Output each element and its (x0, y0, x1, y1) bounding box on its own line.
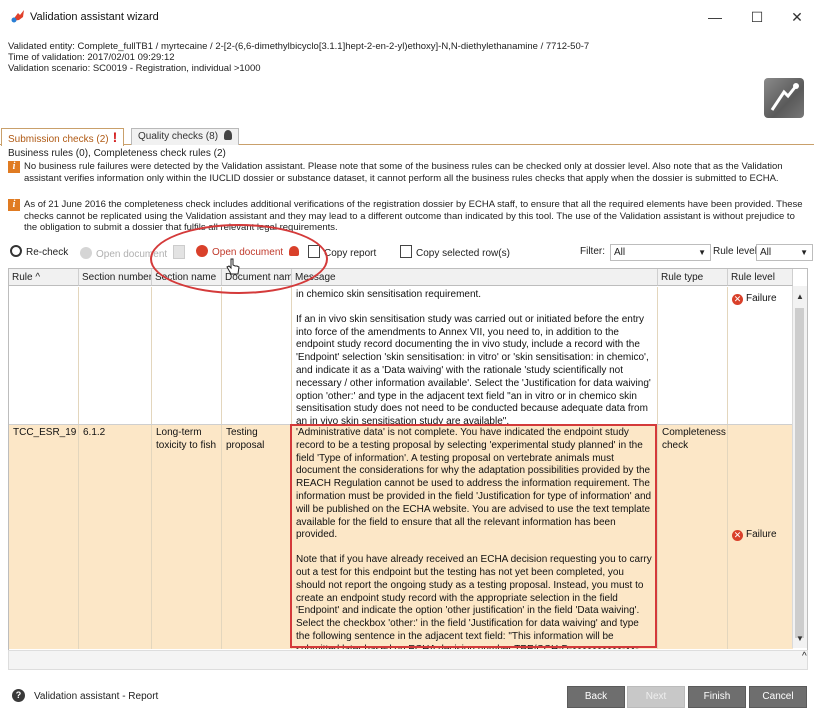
cell-rule: TCC_ESR_19 (9, 425, 79, 649)
note-completeness: i As of 21 June 2016 the completeness ch… (8, 199, 810, 235)
column-header-rule-level[interactable]: Rule level (728, 269, 793, 286)
minimize-button[interactable]: — (702, 6, 728, 28)
validation-scenario: Validation scenario: SC0019 - Registrati… (8, 63, 261, 74)
rules-summary: Business rules (0), Completeness check r… (8, 148, 226, 159)
rule-level-value: All (760, 247, 772, 258)
failure-icon: ✕ (732, 294, 743, 305)
message-paragraph: If an in vivo skin sensitisation study w… (296, 313, 651, 424)
tab-label: Quality checks (8) (138, 131, 219, 142)
footer-label: Validation assistant - Report (34, 691, 159, 702)
details-panel-collapsed (8, 650, 808, 670)
flask-icon (288, 246, 299, 256)
info-icon: i (8, 199, 20, 211)
cell-rule (9, 287, 79, 424)
column-header-section-number[interactable]: Section number (79, 269, 152, 286)
scroll-up-icon[interactable]: ▲ (793, 290, 807, 304)
recheck-button[interactable]: Re-check (10, 245, 68, 260)
validated-entity: Validated entity: Complete_fullTB1 / myr… (8, 41, 590, 52)
column-header-rule[interactable]: Rule ^ (9, 269, 79, 286)
cell-message: 'Administrative data' is not complete. Y… (292, 425, 658, 649)
open-document-button[interactable]: Open document (196, 245, 299, 260)
message-paragraph: Note that if you have already received a… (296, 554, 652, 649)
scroll-down-icon[interactable]: ▼ (793, 632, 807, 646)
chevron-down-icon: ▼ (800, 248, 808, 257)
failure-label: Failure (746, 529, 777, 540)
recheck-label: Re-check (26, 247, 69, 258)
note-business-rules: i No business rule failures were detecte… (8, 161, 810, 197)
cell-rule-type (658, 287, 728, 424)
results-table: Rule ^ Section number Section name Docum… (8, 268, 808, 651)
copy-report-button[interactable]: Copy report (308, 245, 376, 261)
failure-icon: ✕ (732, 530, 743, 541)
copy-report-label: Copy report (324, 248, 377, 259)
open-document-disabled-button: Open document (80, 245, 185, 262)
cell-section-name (152, 287, 222, 424)
cell-document-name (222, 287, 292, 424)
copy-rows-label: Copy selected row(s) (416, 248, 510, 259)
cell-section-name: Long-term toxicity to fish (152, 425, 222, 649)
cell-rule-level: ✕ Failure (728, 527, 793, 544)
table-row[interactable]: in chemico skin sensitisation requiremen… (9, 287, 793, 425)
rule-level-dropdown[interactable]: All ▼ (756, 244, 813, 261)
help-icon[interactable]: ? (12, 689, 25, 702)
column-header-rule-type[interactable]: Rule type (658, 269, 728, 286)
tab-label: Submission checks (2) (8, 134, 109, 145)
open-document-label: Open document (212, 247, 284, 258)
award-icon (223, 130, 232, 140)
document-icon (172, 245, 185, 259)
alert-icon: ! (112, 129, 118, 145)
info-icon: i (8, 161, 20, 173)
arrow-right-icon (196, 245, 208, 257)
note-text: As of 21 June 2016 the completeness chec… (24, 199, 803, 233)
chevron-up-icon[interactable]: ^ (802, 651, 807, 662)
toolbar: Re-check Open document Open document Cop… (0, 241, 814, 265)
wizard-icon (764, 78, 804, 118)
close-button[interactable]: ✕ (784, 6, 810, 28)
cell-section-number (79, 287, 152, 424)
cell-rule-level: ✕ Failure (728, 291, 793, 308)
table-scrollbar[interactable]: ▲ ▼ (792, 286, 807, 648)
cell-section-number: 6.1.2 (79, 425, 152, 649)
finish-button[interactable]: Finish (688, 686, 746, 708)
chevron-down-icon: ▼ (698, 248, 706, 257)
failure-label: Failure (746, 293, 777, 304)
message-paragraph: 'Administrative data' is not complete. Y… (296, 427, 652, 541)
open-document-label: Open document (96, 249, 168, 260)
filter-dropdown[interactable]: All ▼ (610, 244, 711, 261)
copy-selected-rows-button[interactable]: Copy selected row(s) (400, 245, 510, 261)
validation-time: Time of validation: 2017/02/01 09:29:12 (8, 52, 175, 63)
app-icon (11, 10, 24, 23)
filter-label: Filter: (580, 246, 605, 257)
next-button: Next (627, 686, 685, 708)
note-text: No business rule failures were detected … (24, 161, 783, 184)
column-header-section-name[interactable]: Section name (152, 269, 222, 286)
copy-rows-icon (400, 245, 412, 258)
maximize-button[interactable]: ☐ (744, 6, 770, 28)
scroll-thumb[interactable] (795, 308, 804, 638)
cell-rule-type: Completeness check (658, 425, 728, 649)
cell-message: in chemico skin sensitisation requiremen… (292, 287, 658, 424)
tab-quality-checks[interactable]: Quality checks (8) (131, 128, 239, 145)
hand-cursor-icon (226, 258, 240, 275)
copy-icon (308, 245, 320, 258)
rule-level-label: Rule level: (713, 246, 760, 257)
arrow-right-icon (80, 247, 92, 259)
window-title: Validation assistant wizard (30, 11, 159, 23)
cell-document-name: Testing proposal (222, 425, 292, 649)
message-paragraph: in chemico skin sensitisation requiremen… (296, 289, 482, 300)
back-button[interactable]: Back (567, 686, 625, 708)
refresh-icon (10, 245, 22, 257)
table-row[interactable]: TCC_ESR_19 6.1.2 Long-term toxicity to f… (9, 425, 793, 649)
tab-submission-checks[interactable]: Submission checks (2)! (1, 128, 125, 146)
cancel-button[interactable]: Cancel (749, 686, 807, 708)
filter-value: All (614, 247, 626, 258)
column-header-message[interactable]: Message (292, 269, 658, 286)
